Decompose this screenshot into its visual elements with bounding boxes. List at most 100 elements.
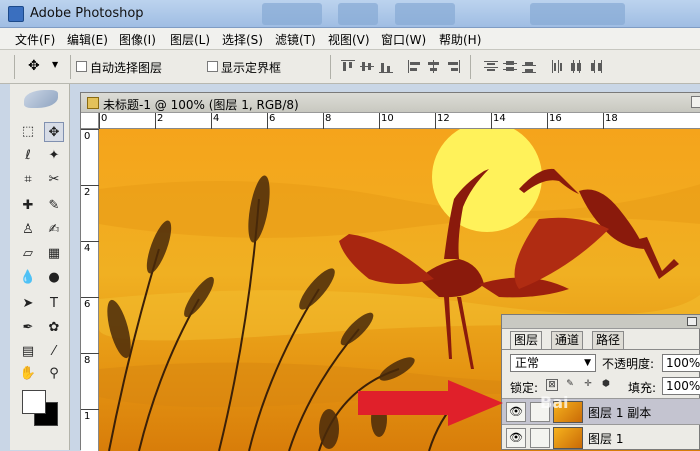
minimize-button[interactable] <box>691 96 700 108</box>
show-bounds-checkbox[interactable] <box>207 61 218 72</box>
eyedropper-tool-icon[interactable]: ⁄ <box>44 342 64 362</box>
opacity-input[interactable]: 100% <box>662 354 700 372</box>
healing-brush-tool-icon[interactable]: ✚ <box>18 196 38 216</box>
blend-mode-value: 正常 <box>515 356 540 370</box>
dodge-tool-icon[interactable]: ● <box>44 268 64 288</box>
app-title: Adobe Photoshop <box>30 6 144 21</box>
layer-thumbnail <box>553 427 583 449</box>
document-titlebar[interactable]: 未标题-1 @ 100% (图层 1, RGB/8) <box>81 93 700 113</box>
move-tool-icon[interactable]: ✥ <box>28 58 40 74</box>
align-bottom-icon[interactable] <box>379 60 393 73</box>
ruler-h-label: 12 <box>437 113 450 124</box>
fill-input[interactable]: 100% <box>662 377 700 395</box>
ruler-h-label: 14 <box>493 113 506 124</box>
distribute-right-icon[interactable] <box>589 60 603 73</box>
path-selection-tool-icon[interactable]: ➤ <box>18 294 38 314</box>
move-tool-icon[interactable]: ✥ <box>44 122 64 142</box>
taskbar-blur <box>530 3 625 25</box>
options-bar: ✥ ▼ 自动选择图层 显示定界框 <box>0 50 700 84</box>
ruler-h-label: 8 <box>325 113 332 124</box>
menu-edit[interactable]: 编辑(E) <box>67 31 108 48</box>
notes-tool-icon[interactable]: ▤ <box>18 342 38 362</box>
toolbox: ⬚ ✥ ℓ ✦ ⌗ ✂ ✚ ✎ ♙ ✍ ▱ ▦ 💧 ● ➤ T ✒ ✿ ▤ ⁄ … <box>10 84 70 450</box>
ruler-h-label: 18 <box>605 113 618 124</box>
ruler-v-label: 8 <box>84 355 91 366</box>
lock-transparent-icon[interactable]: ⊠ <box>546 379 558 391</box>
blend-mode-select[interactable]: 正常 ▼ <box>510 354 596 372</box>
crop-tool-icon[interactable]: ⌗ <box>18 170 38 190</box>
pen-tool-icon[interactable]: ✒ <box>18 318 38 338</box>
auto-select-checkbox[interactable] <box>76 61 87 72</box>
align-top-icon[interactable] <box>341 60 355 73</box>
menu-help[interactable]: 帮助(H) <box>439 31 481 48</box>
layer-link-box[interactable] <box>530 428 550 448</box>
distribute-bottom-icon[interactable] <box>522 60 536 73</box>
divider <box>14 55 15 79</box>
distribute-top-icon[interactable] <box>484 60 498 73</box>
type-tool-icon[interactable]: T <box>44 294 64 314</box>
app-titlebar: Adobe Photoshop <box>0 0 700 28</box>
divider <box>70 55 71 79</box>
taskbar-blur <box>338 3 378 25</box>
menu-filter[interactable]: 滤镜(T) <box>275 31 316 48</box>
lasso-tool-icon[interactable]: ℓ <box>18 146 38 166</box>
distribute-vcenter-icon[interactable] <box>503 60 517 73</box>
auto-select-label: 自动选择图层 <box>90 61 163 75</box>
align-right-icon[interactable] <box>446 60 460 73</box>
menu-layer[interactable]: 图层(L) <box>170 31 210 48</box>
slice-tool-icon[interactable]: ✂ <box>44 170 64 190</box>
history-brush-tool-icon[interactable]: ✍ <box>44 220 64 240</box>
panel-minimize-button[interactable] <box>687 317 697 326</box>
marquee-tool-icon[interactable]: ⬚ <box>18 122 38 142</box>
ruler-v-label: 1 <box>84 411 91 422</box>
watermark: Bai <box>540 393 569 412</box>
tab-channels[interactable]: 通道 <box>551 331 584 349</box>
distribute-left-icon[interactable] <box>551 60 565 73</box>
menu-window[interactable]: 窗口(W) <box>381 31 426 48</box>
chevron-down-icon: ▼ <box>584 358 591 368</box>
gradient-tool-icon[interactable]: ▦ <box>44 244 64 264</box>
brush-tool-icon[interactable]: ✎ <box>44 196 64 216</box>
vertical-ruler[interactable]: 0 2 4 6 8 1 <box>81 129 99 451</box>
ruler-h-label: 16 <box>549 113 562 124</box>
eraser-tool-icon[interactable]: ▱ <box>18 244 38 264</box>
lock-position-icon[interactable]: ✛ <box>582 379 594 391</box>
lock-image-icon[interactable]: ✎ <box>564 379 576 391</box>
lock-all-icon[interactable]: ⬢ <box>600 379 612 391</box>
eye-icon[interactable]: 👁 <box>506 402 526 422</box>
photoshop-logo-icon <box>8 6 24 22</box>
ruler-h-label: 0 <box>101 113 108 124</box>
taskbar-blur <box>395 3 455 25</box>
hand-tool-icon[interactable]: ✋ <box>18 364 38 384</box>
ruler-origin[interactable] <box>81 113 99 129</box>
distribute-hcenter-icon[interactable] <box>570 60 584 73</box>
layers-panel: 图层 通道 路径 正常 ▼ 不透明度: 100% 锁定: ⊠ ✎ ✛ ⬢ 填充:… <box>501 314 700 450</box>
ruler-h-label: 10 <box>381 113 394 124</box>
custom-shape-tool-icon[interactable]: ✿ <box>44 318 64 338</box>
red-arrow-icon <box>358 380 503 426</box>
layer-row[interactable]: 👁 图层 1 <box>502 424 700 450</box>
align-hcenter-icon[interactable] <box>427 60 441 73</box>
menu-file[interactable]: 文件(F) <box>15 31 55 48</box>
blur-tool-icon[interactable]: 💧 <box>18 268 38 288</box>
layer-row[interactable]: 👁 图层 1 副本 <box>502 398 700 424</box>
eye-icon[interactable]: 👁 <box>506 428 526 448</box>
tab-paths[interactable]: 路径 <box>592 331 625 349</box>
clone-stamp-tool-icon[interactable]: ♙ <box>18 220 38 240</box>
tab-layers[interactable]: 图层 <box>510 331 543 349</box>
magic-wand-tool-icon[interactable]: ✦ <box>44 146 64 166</box>
chevron-down-icon[interactable]: ▼ <box>52 60 58 69</box>
menu-select[interactable]: 选择(S) <box>222 31 263 48</box>
panel-grip[interactable] <box>502 315 700 329</box>
menu-image[interactable]: 图像(I) <box>119 31 156 48</box>
align-left-icon[interactable] <box>408 60 422 73</box>
horizontal-ruler[interactable]: 0 2 4 6 8 10 12 14 16 18 <box>99 113 700 129</box>
zoom-tool-icon[interactable]: ⚲ <box>44 364 64 384</box>
ruler-h-label: 4 <box>213 113 220 124</box>
foreground-color-swatch[interactable] <box>22 390 46 414</box>
align-vcenter-icon[interactable] <box>360 60 374 73</box>
fill-label: 填充: <box>628 381 657 395</box>
ruler-v-label: 4 <box>84 243 91 254</box>
menu-view[interactable]: 视图(V) <box>328 31 370 48</box>
menu-bar: 文件(F) 编辑(E) 图像(I) 图层(L) 选择(S) 滤镜(T) 视图(V… <box>0 28 700 50</box>
